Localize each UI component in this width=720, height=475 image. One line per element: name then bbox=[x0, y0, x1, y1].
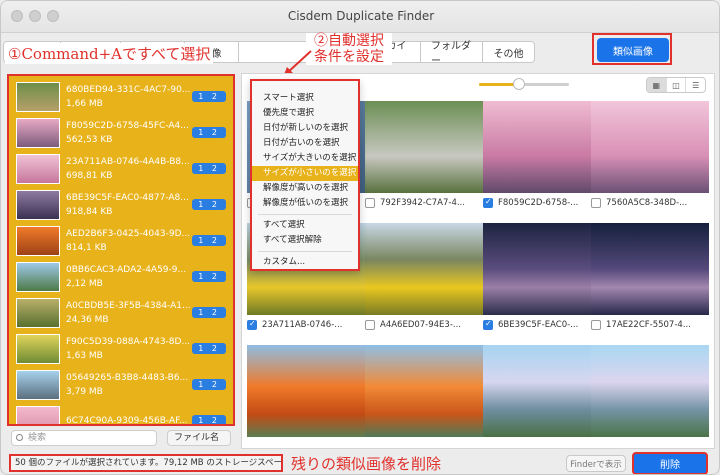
group-row[interactable]: 6C74C90A-9309-456B-AF... 1 2 bbox=[12, 403, 230, 424]
image-checkbox[interactable] bbox=[483, 319, 493, 330]
image-cell[interactable]: 6BE39C5F-EAC0-... bbox=[483, 223, 601, 332]
image-cell[interactable] bbox=[591, 345, 709, 437]
group-row[interactable]: 6BE39C5F-EAC0-4877-A8... 918,84 KB 1 2 bbox=[12, 187, 230, 223]
image-thumbnail bbox=[483, 223, 601, 315]
group-thumbnail bbox=[16, 406, 60, 424]
tab-others[interactable]: その他 bbox=[483, 41, 535, 63]
menu-item-high-resolution[interactable]: 解像度が高いのを選択 bbox=[252, 181, 358, 196]
duplicate-groups-list[interactable]: 680BED94-331C-4AC7-90... 1,66 MB 1 2 F805… bbox=[7, 74, 235, 426]
group-count-badge: 1 2 bbox=[192, 307, 226, 318]
group-thumbnail bbox=[16, 298, 60, 328]
menu-item-smallest[interactable]: サイズが小さいのを選択 bbox=[252, 166, 358, 181]
image-checkbox[interactable] bbox=[365, 198, 375, 208]
group-row[interactable]: 23A711AB-0746-4A4B-B8... 698,81 KB 1 2 bbox=[12, 151, 230, 187]
group-row[interactable]: 0BB6CAC3-ADA2-4A59-9... 2,12 MB 1 2 bbox=[12, 259, 230, 295]
menu-item-newest[interactable]: 日付が新しいのを選択 bbox=[252, 121, 358, 136]
delete-button[interactable]: 削除 bbox=[632, 452, 708, 474]
grid-view-icon[interactable]: ▦ bbox=[647, 78, 666, 92]
annotation-bottom: 残りの類似画像を削除 bbox=[291, 455, 442, 473]
group-thumbnail bbox=[16, 334, 60, 364]
image-checkbox[interactable] bbox=[247, 319, 257, 330]
group-count-badge: 1 2 bbox=[192, 271, 226, 282]
group-count-badge: 1 2 bbox=[192, 379, 226, 390]
group-count-badge: 1 2 bbox=[192, 163, 226, 174]
group-count-badge: 1 2 bbox=[192, 343, 226, 354]
image-checkbox[interactable] bbox=[483, 197, 493, 208]
selection-status: 50 個のファイルが選択されています。79,12 MB のストレージスペースが解 bbox=[9, 454, 283, 472]
tab-folders[interactable]: フォルダー bbox=[421, 41, 483, 67]
image-thumbnail bbox=[247, 345, 365, 437]
auto-select-menu: スマート選択 優先度で選択 日付が新しいのを選択 日付が古いのを選択 サイズが大… bbox=[250, 79, 360, 271]
group-count-badge: 1 2 bbox=[192, 127, 226, 138]
annotation-step1: ①Command+Aですべて選択 bbox=[5, 43, 214, 64]
image-thumbnail bbox=[483, 345, 601, 437]
group-thumbnail bbox=[16, 370, 60, 400]
image-cell[interactable]: 17AE22CF-5507-4... bbox=[591, 223, 709, 332]
image-checkbox[interactable] bbox=[591, 320, 601, 330]
menu-item-oldest[interactable]: 日付が古いのを選択 bbox=[252, 136, 358, 151]
image-thumbnail bbox=[591, 223, 709, 315]
image-caption: F8059C2D-6758-... bbox=[498, 198, 579, 208]
group-count-badge: 1 2 bbox=[192, 235, 226, 246]
group-row[interactable]: AED2B6F3-0425-4043-9D... 814,1 KB 1 2 bbox=[12, 223, 230, 259]
group-count-badge: 1 2 bbox=[192, 415, 226, 424]
group-thumbnail bbox=[16, 190, 60, 220]
menu-item-low-resolution[interactable]: 解像度が低いのを選択 bbox=[252, 196, 358, 211]
compare-view-icon[interactable]: ◫ bbox=[665, 78, 686, 92]
image-caption: 23A711AB-0746-... bbox=[262, 320, 343, 330]
image-caption: 792F3942-C7A7-4... bbox=[380, 198, 465, 208]
group-row[interactable]: F8059C2D-6758-45FC-A4... 562,53 KB 1 2 bbox=[12, 115, 230, 151]
image-thumbnail bbox=[591, 101, 709, 193]
image-thumbnail bbox=[365, 101, 483, 193]
image-thumbnail bbox=[591, 345, 709, 437]
image-thumbnail bbox=[483, 101, 601, 193]
group-thumbnail bbox=[16, 82, 60, 112]
image-caption: A4A6ED07-94E3-... bbox=[380, 320, 462, 330]
thumbnail-size-slider[interactable] bbox=[479, 78, 569, 90]
group-thumbnail bbox=[16, 226, 60, 256]
menu-item-custom[interactable]: カスタム... bbox=[252, 255, 358, 270]
search-icon bbox=[16, 434, 23, 441]
menu-item-priority[interactable]: 優先度で選択 bbox=[252, 106, 358, 121]
sort-select[interactable]: ファイル名 bbox=[167, 430, 231, 446]
group-thumbnail bbox=[16, 262, 60, 292]
menu-item-largest[interactable]: サイズが大きいのを選択 bbox=[252, 151, 358, 166]
menu-item-select-all[interactable]: すべて選択 bbox=[252, 218, 358, 233]
view-mode-segment[interactable]: ▦ ◫ ☰ bbox=[646, 77, 706, 93]
image-cell[interactable]: A4A6ED07-94E3-... bbox=[365, 223, 483, 332]
menu-item-deselect-all[interactable]: すべて選択解除 bbox=[252, 233, 358, 248]
group-row[interactable]: 05649265-B3B8-4483-B6... 3,79 MB 1 2 bbox=[12, 367, 230, 403]
image-cell[interactable] bbox=[483, 345, 601, 437]
image-thumbnail bbox=[365, 223, 483, 315]
group-row[interactable]: 680BED94-331C-4AC7-90... 1,66 MB 1 2 bbox=[12, 79, 230, 115]
menu-separator bbox=[258, 251, 352, 252]
list-view-icon[interactable]: ☰ bbox=[685, 78, 705, 92]
group-row[interactable]: A0CBDB5E-3F5B-4384-A1... 24,36 MB 1 2 bbox=[12, 295, 230, 331]
image-cell[interactable] bbox=[247, 345, 365, 437]
similar-images-button[interactable]: 類似画像 bbox=[597, 38, 669, 62]
image-cell[interactable]: 7560A5C8-348D-... bbox=[591, 101, 709, 210]
image-caption: 6BE39C5F-EAC0-... bbox=[498, 320, 579, 330]
search-input[interactable]: 検索 bbox=[11, 430, 157, 446]
image-cell[interactable] bbox=[365, 345, 483, 437]
image-cell[interactable]: 792F3942-C7A7-4... bbox=[365, 101, 483, 210]
image-thumbnail bbox=[365, 345, 483, 437]
image-cell[interactable]: F8059C2D-6758-... bbox=[483, 101, 601, 210]
group-count-badge: 1 2 bbox=[192, 199, 226, 210]
image-caption: 17AE22CF-5507-4... bbox=[606, 320, 691, 330]
group-thumbnail bbox=[16, 154, 60, 184]
image-checkbox[interactable] bbox=[365, 320, 375, 330]
group-count-badge: 1 2 bbox=[192, 91, 226, 102]
image-caption: 7560A5C8-348D-... bbox=[606, 198, 688, 208]
show-in-finder-button[interactable]: Finderで表示 bbox=[566, 455, 626, 472]
menu-separator bbox=[258, 214, 352, 215]
window-title: Cisdem Duplicate Finder bbox=[287, 9, 435, 23]
slider-knob[interactable] bbox=[513, 78, 525, 90]
title-bar: Cisdem Duplicate Finder bbox=[1, 1, 719, 33]
image-checkbox[interactable] bbox=[591, 198, 601, 208]
group-row[interactable]: F90C5D39-088A-4743-8D... 1,63 MB 1 2 bbox=[12, 331, 230, 367]
group-thumbnail bbox=[16, 118, 60, 148]
menu-item-smart-select[interactable]: スマート選択 bbox=[252, 91, 358, 106]
app-window: Cisdem Duplicate Finder ント 画像 アーカイブ フォルダ… bbox=[0, 0, 720, 475]
